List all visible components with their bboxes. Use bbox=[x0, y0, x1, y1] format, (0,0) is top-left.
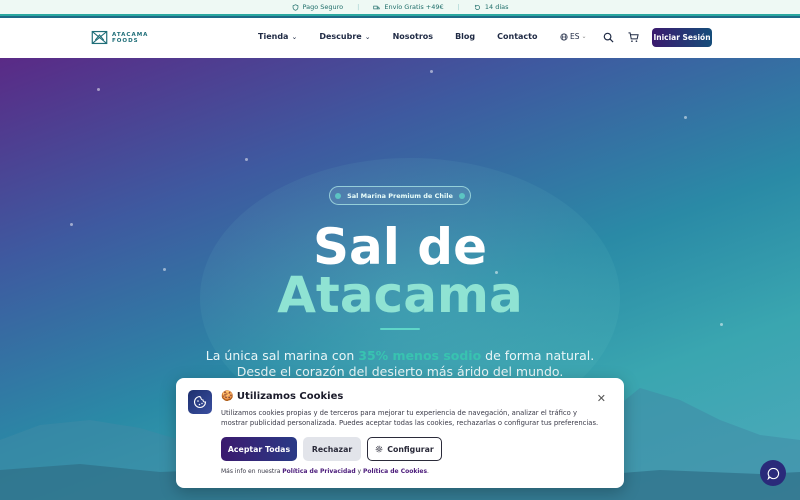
globe-icon bbox=[560, 32, 568, 41]
nav-label: Blog bbox=[455, 32, 476, 41]
promo-item-secure: Pago Seguro bbox=[292, 3, 344, 11]
privacy-policy-link[interactable]: Política de Privacidad bbox=[282, 468, 355, 475]
nav-label: Contacto bbox=[497, 32, 538, 41]
configure-label: Configurar bbox=[387, 444, 434, 454]
hero-title-line2: Atacama bbox=[277, 266, 523, 324]
nav-item-descubre[interactable]: Descubre ⌄ bbox=[319, 32, 370, 41]
cookie-description: Utilizamos cookies propias y de terceros… bbox=[221, 409, 599, 427]
logo[interactable]: ATACAMA FOODS bbox=[91, 29, 148, 46]
cookie-title: 🍪 Utilizamos Cookies bbox=[221, 391, 344, 402]
promo-divider: | bbox=[357, 3, 360, 11]
hero-badge: Sal Marina Premium de Chile bbox=[329, 186, 471, 205]
truck-icon bbox=[373, 5, 381, 9]
chevron-down-icon: ⌄ bbox=[291, 32, 298, 41]
search-icon[interactable] bbox=[603, 32, 614, 43]
footer-text: Más info en nuestra bbox=[221, 468, 283, 475]
nav-item-tienda[interactable]: Tienda ⌄ bbox=[258, 32, 297, 41]
nav-item-nosotros[interactable]: Nosotros bbox=[393, 32, 433, 41]
chat-icon bbox=[766, 467, 779, 480]
subtitle-highlight: 35% menos sodio bbox=[358, 348, 482, 363]
footer-text: y bbox=[355, 468, 363, 475]
promo-divider: | bbox=[457, 3, 460, 11]
promo-bar: Pago Seguro | Envío Gratis +49€ | 14 día… bbox=[0, 0, 800, 16]
cookie-icon bbox=[188, 390, 212, 414]
configure-button[interactable]: Configurar bbox=[367, 437, 442, 461]
nav-label: Descubre bbox=[319, 32, 362, 41]
chat-button[interactable] bbox=[760, 460, 786, 486]
hero-subtitle-line2: Desde el corazón del desierto más árido … bbox=[236, 364, 564, 379]
promo-item-returns: 14 días bbox=[474, 3, 509, 11]
site-header: ATACAMA FOODS Tienda ⌄ Descubre ⌄ Nosotr… bbox=[0, 18, 800, 58]
language-label: ES bbox=[570, 32, 580, 41]
logo-line2: FOODS bbox=[112, 37, 139, 44]
logo-wordmark: ATACAMA FOODS bbox=[112, 32, 148, 44]
chevron-down-icon: ⌄ bbox=[364, 32, 371, 41]
reject-button[interactable]: Rechazar bbox=[303, 437, 361, 461]
logo-mark-icon bbox=[91, 30, 108, 45]
nav-item-contacto[interactable]: Contacto bbox=[497, 32, 537, 41]
hero-badge-label: Sal Marina Premium de Chile bbox=[347, 191, 453, 200]
nav-label: Nosotros bbox=[392, 32, 434, 41]
promo-item-shipping: Envío Gratis +49€ bbox=[373, 3, 444, 11]
chevron-down-icon: ⌄ bbox=[581, 33, 587, 40]
cart-icon[interactable] bbox=[628, 32, 639, 43]
sparkle-icon bbox=[458, 192, 465, 199]
star-decoration bbox=[97, 88, 100, 91]
promo-text: 14 días bbox=[484, 3, 509, 11]
return-icon bbox=[474, 4, 480, 10]
close-icon[interactable]: ✕ bbox=[597, 392, 606, 405]
promo-text: Pago Seguro bbox=[302, 3, 344, 11]
star-decoration bbox=[430, 70, 433, 73]
accept-all-button[interactable]: Aceptar Todas bbox=[221, 437, 297, 461]
star-decoration bbox=[684, 116, 687, 119]
subtitle-text: de forma natural. bbox=[481, 348, 595, 363]
cookie-footer: Más info en nuestra Política de Privacid… bbox=[221, 468, 429, 475]
login-button[interactable]: Iniciar Sesión bbox=[652, 28, 712, 47]
title-underline bbox=[380, 328, 420, 330]
star-decoration bbox=[245, 158, 248, 161]
cookie-policy-link[interactable]: Política de Cookies bbox=[363, 468, 427, 475]
hero-subtitle-line1: La única sal marina con 35% menos sodio … bbox=[0, 348, 800, 363]
promo-text: Envío Gratis +49€ bbox=[384, 3, 444, 11]
subtitle-text: La única sal marina con bbox=[205, 348, 359, 363]
nav-item-blog[interactable]: Blog bbox=[455, 32, 475, 41]
footer-text: . bbox=[427, 468, 429, 475]
shield-icon bbox=[292, 3, 298, 11]
main-nav: Tienda ⌄ Descubre ⌄ Nosotros Blog Contac… bbox=[258, 32, 559, 41]
gear-icon bbox=[375, 445, 383, 453]
cookie-banner: 🍪 Utilizamos Cookies ✕ Utilizamos cookie… bbox=[176, 378, 624, 488]
language-selector[interactable]: ES ⌄ bbox=[560, 32, 587, 41]
sparkle-icon bbox=[335, 192, 342, 199]
nav-label: Tienda bbox=[258, 32, 289, 41]
